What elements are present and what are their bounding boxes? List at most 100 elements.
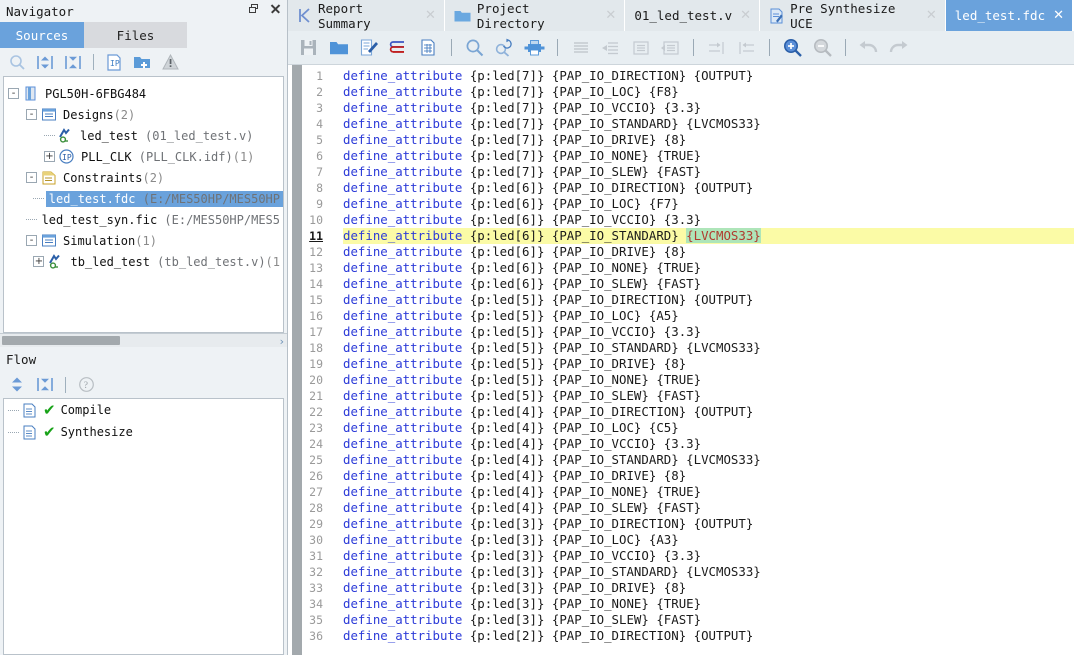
collapse-toggle-icon[interactable]: - bbox=[26, 109, 37, 120]
toolbar-divider bbox=[93, 54, 94, 70]
expand-all-icon[interactable] bbox=[32, 50, 58, 74]
editor-tab-led-test.fdc[interactable]: led_test.fdc ✕ bbox=[945, 0, 1073, 31]
code-line[interactable]: define_attribute {p:led[7]} {PAP_IO_SLEW… bbox=[343, 164, 1074, 180]
scrollbar-thumb[interactable] bbox=[2, 336, 120, 345]
collapse-all-icon[interactable] bbox=[60, 50, 86, 74]
tree-item-constraints[interactable]: - Constraints(2) bbox=[4, 167, 283, 188]
code-line[interactable]: define_attribute {p:led[7]} {PAP_IO_STAN… bbox=[343, 116, 1074, 132]
add-ip-icon[interactable]: IP bbox=[101, 50, 127, 74]
code-line[interactable]: define_attribute {p:led[3]} {PAP_IO_SLEW… bbox=[343, 612, 1074, 628]
editor-tab-label: Pre Synthesize UCE bbox=[790, 0, 896, 31]
navigator-title: Navigator bbox=[6, 3, 74, 19]
editor-tab-01-led-test.v[interactable]: 01_led_test.v ✕ bbox=[625, 0, 761, 31]
tree-item-led-test-fdc[interactable]: led_test.fdc (E:/MES50HP/MES50HP bbox=[4, 188, 283, 209]
code-line[interactable]: define_attribute {p:led[6]} {PAP_IO_DRIV… bbox=[343, 244, 1074, 260]
code-keyword: define_attribute bbox=[343, 292, 463, 307]
edit-document-icon[interactable] bbox=[354, 35, 383, 61]
tree-item-led-test-syn-fic[interactable]: led_test_syn.fic (E:/MES50HP/MES5 bbox=[4, 209, 283, 230]
code-line[interactable]: define_attribute {p:led[5]} {PAP_IO_DRIV… bbox=[343, 356, 1074, 372]
search-icon[interactable] bbox=[4, 50, 30, 74]
close-icon[interactable]: ✕ bbox=[924, 9, 937, 22]
editor-tab-pre-synthesize-uce[interactable]: Pre Synthesize UCE ✕ bbox=[760, 0, 946, 31]
zoom-in-icon[interactable] bbox=[778, 35, 807, 61]
code-line[interactable]: define_attribute {p:led[7]} {PAP_IO_VCCI… bbox=[343, 100, 1074, 116]
code-line[interactable]: define_attribute {p:led[3]} {PAP_IO_DRIV… bbox=[343, 580, 1074, 596]
code-line[interactable]: define_attribute {p:led[4]} {PAP_IO_NONE… bbox=[343, 484, 1074, 500]
tree-item-pgl50h-6fbg484[interactable]: - PGL50H-6FBG484 bbox=[4, 83, 283, 104]
code-line[interactable]: define_attribute {p:led[7]} {PAP_IO_DRIV… bbox=[343, 132, 1074, 148]
close-icon[interactable]: ✕ bbox=[1051, 9, 1064, 22]
close-icon[interactable]: ✕ bbox=[603, 9, 616, 22]
editor-tab-project-directory[interactable]: Project Directory ✕ bbox=[444, 0, 626, 31]
scrollbar-right-arrow[interactable]: › bbox=[280, 335, 284, 348]
tree-item-designs[interactable]: - Designs(2) bbox=[4, 104, 283, 125]
code-line[interactable]: define_attribute {p:led[6]} {PAP_IO_STAN… bbox=[343, 228, 1074, 244]
open-folder-icon[interactable] bbox=[324, 35, 353, 61]
code-line[interactable]: define_attribute {p:led[4]} {PAP_IO_STAN… bbox=[343, 452, 1074, 468]
line-number: 15 bbox=[309, 293, 323, 307]
flow-item-compile[interactable]: ✔ Compile bbox=[4, 399, 283, 421]
add-folder-icon[interactable] bbox=[129, 50, 155, 74]
bookmark-lines-icon[interactable] bbox=[384, 35, 413, 61]
source-tree[interactable]: - PGL50H-6FBG484- Designs(2) led_test (01_l… bbox=[3, 76, 284, 333]
code-line[interactable]: define_attribute {p:led[3]} {PAP_IO_STAN… bbox=[343, 564, 1074, 580]
code-line[interactable]: define_attribute {p:led[3]} {PAP_IO_DIRE… bbox=[343, 516, 1074, 532]
expand-toggle-icon[interactable]: + bbox=[44, 151, 55, 162]
editor-tab-report-summary[interactable]: Report Summary ✕ bbox=[288, 0, 445, 31]
code-line[interactable]: define_attribute {p:led[2]} {PAP_IO_DIRE… bbox=[343, 628, 1074, 644]
close-icon[interactable]: ✕ bbox=[738, 9, 751, 22]
close-icon[interactable] bbox=[269, 3, 281, 15]
code-line[interactable]: define_attribute {p:led[5]} {PAP_IO_NONE… bbox=[343, 372, 1074, 388]
code-line[interactable]: define_attribute {p:led[5]} {PAP_IO_DIRE… bbox=[343, 292, 1074, 308]
code-line[interactable]: define_attribute {p:led[4]} {PAP_IO_DIRE… bbox=[343, 404, 1074, 420]
tab-sources[interactable]: Sources bbox=[0, 22, 84, 48]
code-line[interactable]: define_attribute {p:led[4]} {PAP_IO_VCCI… bbox=[343, 436, 1074, 452]
code-line[interactable]: define_attribute {p:led[6]} {PAP_IO_SLEW… bbox=[343, 276, 1074, 292]
find-icon[interactable] bbox=[460, 35, 489, 61]
code-keyword: define_attribute bbox=[343, 548, 463, 563]
code-line[interactable]: define_attribute {p:led[5]} {PAP_IO_LOC}… bbox=[343, 308, 1074, 324]
code-line[interactable]: define_attribute {p:led[4]} {PAP_IO_LOC}… bbox=[343, 420, 1074, 436]
tree-horizontal-scrollbar[interactable]: › bbox=[0, 333, 287, 348]
code-line[interactable]: define_attribute {p:led[3]} {PAP_IO_NONE… bbox=[343, 596, 1074, 612]
collapse-toggle-icon[interactable]: - bbox=[26, 172, 37, 183]
code-line[interactable]: define_attribute {p:led[6]} {PAP_IO_LOC}… bbox=[343, 196, 1074, 212]
help-icon[interactable]: ? bbox=[73, 373, 99, 397]
code-line[interactable]: define_attribute {p:led[5]} {PAP_IO_SLEW… bbox=[343, 388, 1074, 404]
save-icon[interactable] bbox=[294, 35, 323, 61]
tree-item-simulation[interactable]: - Simulation(1) bbox=[4, 230, 283, 251]
tree-item-led-test[interactable]: led_test (01_led_test.v) bbox=[4, 125, 283, 146]
tree-item-tb-led-test[interactable]: + tb_led_test (tb_led_test.v)(1 bbox=[4, 251, 283, 272]
code-line[interactable]: define_attribute {p:led[4]} {PAP_IO_SLEW… bbox=[343, 500, 1074, 516]
code-line[interactable]: define_attribute {p:led[6]} {PAP_IO_NONE… bbox=[343, 260, 1074, 276]
tree-item-pll-clk[interactable]: + IP PLL_CLK (PLL_CLK.idf)(1) bbox=[4, 146, 283, 167]
warning-icon[interactable] bbox=[157, 50, 183, 74]
expand-toggle-icon[interactable]: + bbox=[33, 256, 45, 267]
code-line[interactable]: define_attribute {p:led[7]} {PAP_IO_NONE… bbox=[343, 148, 1074, 164]
expand-collapse-icon[interactable] bbox=[4, 373, 30, 397]
tab-files[interactable]: Files bbox=[84, 22, 187, 48]
code-line[interactable]: define_attribute {p:led[5]} {PAP_IO_STAN… bbox=[343, 340, 1074, 356]
flow-item-synthesize[interactable]: ✔ Synthesize bbox=[4, 421, 283, 443]
find-replace-icon[interactable] bbox=[490, 35, 519, 61]
collapse-toggle-icon[interactable]: - bbox=[8, 88, 19, 99]
flow-list[interactable]: ✔ Compile ✔ Synthesize bbox=[3, 398, 284, 655]
collapse-toggle-icon[interactable]: - bbox=[26, 235, 37, 246]
code-line[interactable]: define_attribute {p:led[5]} {PAP_IO_VCCI… bbox=[343, 324, 1074, 340]
code-line[interactable]: define_attribute {p:led[7]} {PAP_IO_DIRE… bbox=[343, 68, 1074, 84]
code-line[interactable]: define_attribute {p:led[6]} {PAP_IO_VCCI… bbox=[343, 212, 1074, 228]
code-line[interactable]: define_attribute {p:led[3]} {PAP_IO_VCCI… bbox=[343, 548, 1074, 564]
code-keyword: define_attribute bbox=[343, 212, 463, 227]
code-editor[interactable]: 1 2 3 4 5 6 7 8 9 10 11 12 13 14 15 16 17 18 19 20 21 22 23 24 2… bbox=[288, 64, 1074, 655]
table-document-icon[interactable] bbox=[414, 35, 443, 61]
close-icon[interactable]: ✕ bbox=[423, 9, 436, 22]
code-line[interactable]: define_attribute {p:led[6]} {PAP_IO_DIRE… bbox=[343, 180, 1074, 196]
code-line[interactable]: define_attribute {p:led[3]} {PAP_IO_LOC}… bbox=[343, 532, 1074, 548]
code-line[interactable]: define_attribute {p:led[7]} {PAP_IO_LOC}… bbox=[343, 84, 1074, 100]
restore-icon[interactable] bbox=[249, 3, 260, 15]
code-content[interactable]: define_attribute {p:led[7]} {PAP_IO_DIRE… bbox=[329, 65, 1074, 655]
editor-vertical-bar[interactable] bbox=[292, 65, 302, 655]
code-line[interactable]: define_attribute {p:led[4]} {PAP_IO_DRIV… bbox=[343, 468, 1074, 484]
print-icon[interactable] bbox=[520, 35, 549, 61]
collapse-all-icon[interactable] bbox=[32, 373, 58, 397]
